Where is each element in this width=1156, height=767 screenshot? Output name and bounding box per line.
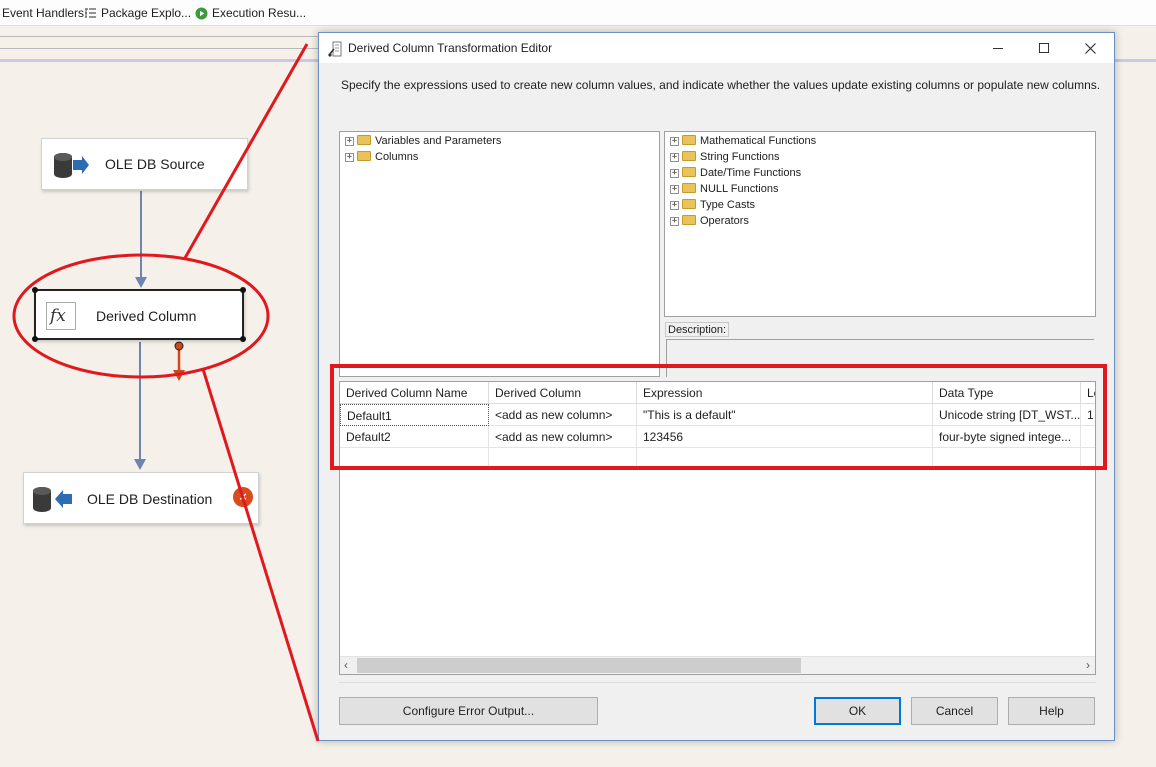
expand-icon[interactable]: + bbox=[670, 152, 679, 162]
database-destination-icon bbox=[33, 487, 72, 512]
folder-icon bbox=[682, 199, 696, 210]
ole-db-destination-component[interactable]: OLE DB Destination × bbox=[23, 472, 259, 524]
close-icon bbox=[1085, 43, 1096, 54]
cell-length[interactable] bbox=[1081, 426, 1095, 448]
tree-node-type-casts[interactable]: + Type Casts bbox=[670, 197, 755, 213]
scrollbar-thumb[interactable] bbox=[357, 658, 801, 673]
configure-error-output-button[interactable]: Configure Error Output... bbox=[339, 697, 598, 725]
folder-icon bbox=[682, 183, 696, 194]
folder-icon bbox=[357, 135, 371, 146]
column-header-data-type[interactable]: Data Type bbox=[933, 382, 1081, 404]
cell-data-type[interactable]: four-byte signed intege... bbox=[933, 426, 1081, 448]
error-output-arrow bbox=[173, 370, 185, 381]
expand-icon[interactable]: + bbox=[345, 152, 354, 162]
expand-icon[interactable]: + bbox=[670, 136, 679, 146]
cell-new-row[interactable] bbox=[637, 448, 933, 470]
folder-icon bbox=[682, 135, 696, 146]
close-button[interactable] bbox=[1067, 33, 1113, 63]
cell-expression[interactable]: "This is a default" bbox=[637, 404, 933, 426]
folder-icon bbox=[682, 215, 696, 226]
ok-button[interactable]: OK bbox=[814, 697, 901, 725]
tree-node-math-functions[interactable]: + Mathematical Functions bbox=[670, 133, 816, 149]
horizontal-scrollbar[interactable]: ‹ › bbox=[340, 656, 1095, 674]
resize-handle[interactable] bbox=[32, 336, 38, 342]
expand-icon[interactable]: + bbox=[670, 200, 679, 210]
tree-node-datetime-functions[interactable]: + Date/Time Functions bbox=[670, 165, 801, 181]
tree-node-variables[interactable]: + Variables and Parameters bbox=[345, 133, 501, 149]
component-label: Derived Column bbox=[96, 308, 197, 324]
folder-icon bbox=[357, 151, 371, 162]
resize-handle[interactable] bbox=[240, 287, 246, 293]
column-header-length[interactable]: Le bbox=[1081, 382, 1095, 404]
derived-columns-grid[interactable]: Derived Column Name Derived Column Expre… bbox=[339, 381, 1096, 675]
tree-node-null-functions[interactable]: + NULL Functions bbox=[670, 181, 778, 197]
tree-node-string-functions[interactable]: + String Functions bbox=[670, 149, 779, 165]
column-header-derived-column[interactable]: Derived Column bbox=[489, 382, 637, 404]
fx-icon: fx bbox=[46, 302, 76, 330]
description-label: Description: bbox=[665, 322, 729, 337]
functions-tree[interactable]: + Mathematical Functions + String Function… bbox=[664, 131, 1096, 317]
derived-column-editor-dialog: Derived Column Transformation Editor Spe… bbox=[318, 32, 1115, 741]
scroll-right-icon[interactable]: › bbox=[1086, 658, 1090, 672]
cancel-button[interactable]: Cancel bbox=[911, 697, 998, 725]
error-output-handle[interactable] bbox=[174, 341, 184, 351]
connector-arrow bbox=[135, 277, 147, 288]
editor-app-icon bbox=[328, 41, 342, 57]
instruction-text: Specify the expressions used to create n… bbox=[341, 78, 1101, 92]
folder-icon bbox=[682, 167, 696, 178]
cell-derived-column-name[interactable]: Default1 bbox=[340, 404, 489, 426]
minimize-button[interactable] bbox=[975, 33, 1021, 63]
resize-handle[interactable] bbox=[240, 336, 246, 342]
cell-length[interactable]: 1 bbox=[1081, 404, 1095, 426]
error-icon[interactable]: × bbox=[233, 487, 253, 507]
component-label: OLE DB Destination bbox=[87, 491, 213, 507]
tree-node-operators[interactable]: + Operators bbox=[670, 213, 749, 229]
expand-icon[interactable]: + bbox=[670, 216, 679, 226]
expand-icon[interactable]: + bbox=[670, 168, 679, 178]
cell-data-type[interactable]: Unicode string [DT_WST... bbox=[933, 404, 1081, 426]
scroll-left-icon[interactable]: ‹ bbox=[344, 658, 348, 672]
dialog-title: Derived Column Transformation Editor bbox=[348, 41, 553, 55]
column-header-name[interactable]: Derived Column Name bbox=[340, 382, 489, 404]
column-header-expression[interactable]: Expression bbox=[637, 382, 933, 404]
connector-arrow bbox=[134, 459, 146, 470]
resize-handle[interactable] bbox=[32, 287, 38, 293]
maximize-button[interactable] bbox=[1021, 33, 1067, 63]
derived-column-component[interactable]: fx Derived Column bbox=[32, 287, 246, 342]
expand-icon[interactable]: + bbox=[345, 136, 354, 146]
component-label: OLE DB Source bbox=[105, 156, 205, 172]
tree-node-columns[interactable]: + Columns bbox=[345, 149, 418, 165]
cell-expression[interactable]: 123456 bbox=[637, 426, 933, 448]
cell-derived-column-name[interactable]: Default2 bbox=[340, 426, 489, 448]
cell-derived-column[interactable]: <add as new column> bbox=[489, 426, 637, 448]
expand-icon[interactable]: + bbox=[670, 184, 679, 194]
help-button[interactable]: Help bbox=[1008, 697, 1095, 725]
cell-derived-column[interactable]: <add as new column> bbox=[489, 404, 637, 426]
maximize-icon bbox=[1039, 43, 1049, 53]
database-source-icon bbox=[54, 153, 89, 178]
title-bar: Derived Column Transformation Editor bbox=[319, 33, 1114, 63]
description-box bbox=[666, 339, 1094, 377]
designer-connectors bbox=[134, 191, 185, 470]
folder-icon bbox=[682, 151, 696, 162]
variables-columns-tree[interactable]: + Variables and Parameters + Columns bbox=[339, 131, 660, 377]
minimize-icon bbox=[993, 48, 1003, 49]
cell-new-row[interactable] bbox=[933, 448, 1081, 470]
ole-db-source-component[interactable]: OLE DB Source bbox=[41, 138, 248, 190]
cell-new-row[interactable] bbox=[489, 448, 637, 470]
cell-new-row[interactable] bbox=[340, 448, 489, 470]
button-separator bbox=[339, 682, 1096, 683]
